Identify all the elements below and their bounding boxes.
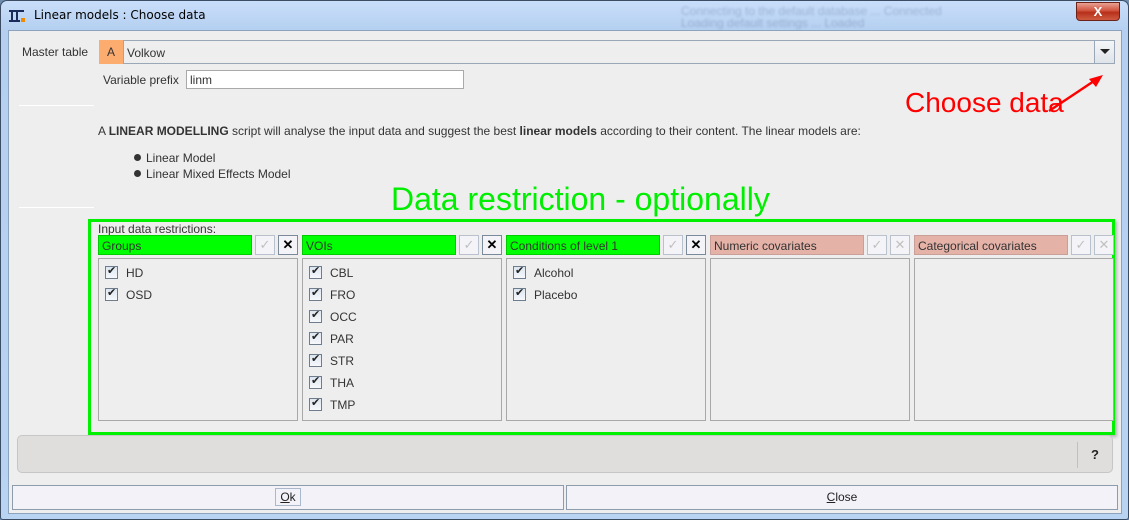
restriction-item-list[interactable] xyxy=(710,258,910,421)
list-item[interactable]: OCC xyxy=(309,308,357,326)
item-checkbox[interactable] xyxy=(309,286,322,301)
ok-button-label: Ok xyxy=(275,488,301,506)
desc-suffix: according to their content. The linear m… xyxy=(596,124,861,138)
item-checkbox[interactable] xyxy=(309,396,322,411)
model-name: Linear Model xyxy=(146,151,216,165)
input-data-restrictions-panel: Input data restrictions: Groups✓✕HDOSDVO… xyxy=(88,219,1115,435)
item-label: Placebo xyxy=(534,288,578,302)
select-all-check-icon[interactable]: ✓ xyxy=(255,235,275,255)
chevron-down-icon[interactable] xyxy=(1094,41,1114,63)
select-all-check-icon[interactable]: ✓ xyxy=(459,235,479,255)
restriction-column: Conditions of level 1✓✕ Alcohol Placebo xyxy=(506,235,706,431)
item-label: HD xyxy=(126,266,144,280)
window-close-button[interactable]: X xyxy=(1076,2,1120,21)
app-logo-icon xyxy=(9,10,25,22)
restrictions-title: Input data restrictions: xyxy=(98,222,217,236)
item-checkbox[interactable] xyxy=(513,264,526,279)
model-list-item: Linear Mixed Effects Model xyxy=(134,167,291,181)
item-label: OCC xyxy=(330,310,357,324)
item-checkbox[interactable] xyxy=(105,264,118,279)
desc-middle: script will analyse the input data and s… xyxy=(228,124,520,138)
master-table-value: Volkow xyxy=(127,46,166,60)
annotation-choose-data: Choose data xyxy=(905,87,1064,118)
close-rest: lose xyxy=(835,490,858,504)
list-item[interactable]: HD xyxy=(105,264,144,282)
restriction-column-header: VOIs xyxy=(302,235,456,255)
restriction-column-header: Conditions of level 1 xyxy=(506,235,660,255)
item-checkbox[interactable] xyxy=(309,264,322,279)
help-button[interactable]: ? xyxy=(1077,442,1112,468)
restriction-item-list[interactable]: Alcohol Placebo xyxy=(506,258,706,421)
restriction-column-header: Groups xyxy=(98,235,252,255)
bullet-icon xyxy=(134,170,141,177)
list-item[interactable]: OSD xyxy=(105,286,153,304)
desc-bold-script: LINEAR MODELLING xyxy=(108,124,229,138)
select-all-check-icon[interactable]: ✓ xyxy=(663,235,683,255)
item-checkbox[interactable] xyxy=(309,330,322,345)
clear-selection-close-icon[interactable]: ✕ xyxy=(278,235,298,255)
desc-bold-models: linear models xyxy=(519,124,597,138)
restriction-column-header: Numeric covariates xyxy=(710,235,864,255)
status-panel: ? xyxy=(17,435,1113,473)
variable-prefix-label: Variable prefix xyxy=(103,73,179,87)
model-name: Linear Mixed Effects Model xyxy=(146,167,291,181)
background-window-text: Connecting to the default database ... C… xyxy=(681,5,942,29)
list-item[interactable]: THA xyxy=(309,374,354,392)
master-table-dropdown[interactable]: Volkow xyxy=(123,40,1115,64)
item-label: TMP xyxy=(330,398,356,412)
model-list-item: Linear Model xyxy=(134,151,215,165)
item-label: THA xyxy=(330,376,354,390)
restriction-column: Categorical covariates ✓ ✕ xyxy=(914,235,1114,431)
description-text: A LINEAR MODELLING script will analyse t… xyxy=(98,124,861,138)
restriction-item-list[interactable]: HD OSD xyxy=(98,258,298,421)
ok-button[interactable]: Ok xyxy=(12,485,564,510)
item-label: PAR xyxy=(330,332,354,346)
select-all-check-icon[interactable]: ✓ xyxy=(867,235,887,255)
close-button[interactable]: Close xyxy=(566,485,1118,510)
item-checkbox[interactable] xyxy=(309,352,322,367)
restriction-item-list[interactable] xyxy=(914,258,1114,421)
list-item[interactable]: Placebo xyxy=(513,286,578,304)
item-checkbox[interactable] xyxy=(309,374,322,389)
item-label: STR xyxy=(330,354,354,368)
item-checkbox[interactable] xyxy=(309,308,322,323)
list-item[interactable]: STR xyxy=(309,352,354,370)
desc-prefix: A xyxy=(98,124,109,138)
variable-prefix-input[interactable] xyxy=(186,70,464,89)
clear-selection-close-icon[interactable]: ✕ xyxy=(686,235,706,255)
separator xyxy=(19,207,94,208)
item-checkbox[interactable] xyxy=(105,286,118,301)
restriction-column: Groups✓✕ HD OSD xyxy=(98,235,298,431)
list-item[interactable]: Alcohol xyxy=(513,264,574,282)
list-item[interactable]: FRO xyxy=(309,286,356,304)
dialog-content: Master table A Volkow Variable prefix A … xyxy=(8,30,1122,514)
bullet-icon xyxy=(134,154,141,161)
item-checkbox[interactable] xyxy=(513,286,526,301)
clear-selection-close-icon[interactable]: ✕ xyxy=(482,235,502,255)
list-item[interactable]: TMP xyxy=(309,396,356,414)
select-all-check-icon[interactable]: ✓ xyxy=(1071,235,1091,255)
item-label: FRO xyxy=(330,288,356,302)
restriction-column-header: Categorical covariates xyxy=(914,235,1068,255)
item-label: CBL xyxy=(330,266,354,280)
ok-accel: O xyxy=(280,490,290,504)
ok-rest: k xyxy=(289,490,296,504)
restriction-column: Numeric covariates ✓ ✕ xyxy=(710,235,910,431)
restriction-item-list[interactable]: CBL FRO OCC PAR STR THA TMP xyxy=(302,258,502,421)
background-line: Loading default settings ... Loaded xyxy=(681,16,865,30)
master-table-label: Master table xyxy=(22,45,89,59)
table-slot-badge[interactable]: A xyxy=(99,40,123,64)
clear-selection-close-icon[interactable]: ✕ xyxy=(890,235,910,255)
clear-selection-close-icon[interactable]: ✕ xyxy=(1094,235,1114,255)
title-bar[interactable]: Linear models : Choose data Connecting t… xyxy=(1,1,1128,31)
window-title: Linear models : Choose data xyxy=(34,8,206,22)
dialog-window: Linear models : Choose data Connecting t… xyxy=(0,0,1129,520)
item-label: Alcohol xyxy=(534,266,574,280)
annotation-data-restriction: Data restriction - optionally xyxy=(391,181,770,217)
restriction-column: VOIs✓✕ CBL FRO OCC PAR STR THA TMP xyxy=(302,235,502,431)
list-item[interactable]: CBL xyxy=(309,264,354,282)
item-label: OSD xyxy=(126,288,153,302)
list-item[interactable]: PAR xyxy=(309,330,354,348)
separator xyxy=(19,105,94,106)
